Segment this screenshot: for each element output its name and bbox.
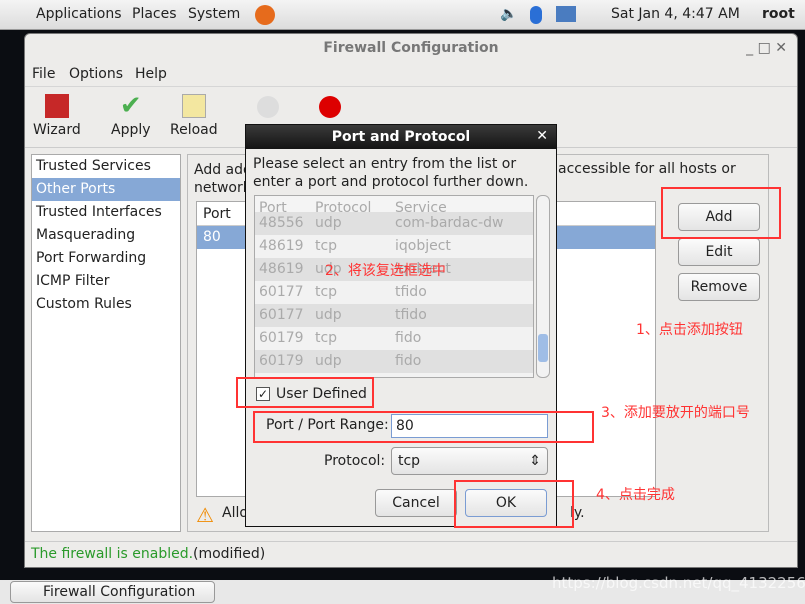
watermark: https://blog.csdn.net/qq_41322565 xyxy=(552,574,805,592)
annotation-2: 2、将该复选框选中 xyxy=(325,263,446,279)
protocol-label: Protocol: xyxy=(324,453,386,469)
sidebar-item-custom-rules[interactable]: Custom Rules xyxy=(32,293,180,316)
warning-icon: ⚠ xyxy=(196,503,214,527)
edit-button[interactable]: Edit xyxy=(678,238,760,266)
checkmark-icon: ✔ xyxy=(119,91,142,121)
volume-icon[interactable]: 🔈 xyxy=(500,6,517,22)
wizard-icon xyxy=(44,94,69,118)
annotation-1: 1、点击添加按钮 xyxy=(636,322,743,338)
list-item[interactable]: 60177 udp tfido xyxy=(255,304,533,327)
annotation-4: 4、点击完成 xyxy=(596,487,675,503)
applications-menu[interactable]: Applications xyxy=(36,6,122,22)
user-name[interactable]: root xyxy=(762,6,795,22)
window-title: Firewall Configuration xyxy=(323,40,499,56)
sidebar-item-trusted-services[interactable]: Trusted Services xyxy=(32,155,180,178)
taskbar-firewall[interactable]: Firewall Configuration xyxy=(10,581,215,603)
sidebar-item-port-forwarding[interactable]: Port Forwarding xyxy=(32,247,180,270)
dialog-title: Port and Protocol xyxy=(246,125,556,149)
reload-icon xyxy=(181,94,206,118)
list-item[interactable]: 60177 tcp tfido xyxy=(255,281,533,304)
dialog-close-icon[interactable]: ✕ xyxy=(536,128,548,144)
network-icon[interactable] xyxy=(556,6,576,22)
dialog-instructions: Please select an entry from the list or … xyxy=(253,156,529,190)
sidebar-item-masquerading[interactable]: Masquerading xyxy=(32,224,180,247)
status-bar: The firewall is enabled. (modified) xyxy=(25,541,797,565)
menu-options[interactable]: Options xyxy=(69,66,123,82)
description-right: accessible for all hosts or xyxy=(558,161,736,177)
sidebar: Trusted Services Other Ports Trusted Int… xyxy=(31,154,181,532)
menu-help[interactable]: Help xyxy=(135,66,167,82)
highlight-port-range xyxy=(253,411,594,443)
firefox-icon[interactable] xyxy=(255,5,275,25)
description-left: Add add network xyxy=(194,162,252,196)
highlight-user-defined xyxy=(236,377,374,408)
list-scrollbar[interactable] xyxy=(536,195,550,378)
sidebar-item-other-ports[interactable]: Other Ports xyxy=(32,178,180,201)
protocol-select[interactable]: tcp ⇕ xyxy=(391,447,548,475)
cancel-button[interactable]: Cancel xyxy=(375,489,457,517)
taskbar: Firewall Configuration https://blog.csdn… xyxy=(0,574,805,604)
remove-button[interactable]: Remove xyxy=(678,273,760,301)
menu-file[interactable]: File xyxy=(32,66,55,82)
highlight-add xyxy=(661,187,781,239)
list-item[interactable]: 60179 tcp fido xyxy=(255,327,533,350)
apply-button[interactable]: ✔ Apply xyxy=(111,91,151,138)
highlight-ok xyxy=(454,480,574,528)
sidebar-item-icmp-filter[interactable]: ICMP Filter xyxy=(32,270,180,293)
list-item[interactable]: 60179 udp fido xyxy=(255,350,533,373)
top-panel: Applications Places System 🔈 Sat Jan 4, … xyxy=(0,0,805,30)
status-enabled: The firewall is enabled. xyxy=(31,546,194,562)
annotation-3: 3、添加要放开的端口号 xyxy=(601,405,750,421)
bluetooth-icon[interactable] xyxy=(530,6,542,24)
status-modified: (modified) xyxy=(193,546,266,562)
system-menu[interactable]: System xyxy=(188,6,240,22)
enable-button[interactable] xyxy=(257,96,279,118)
disable-button[interactable] xyxy=(319,96,341,118)
wizard-button[interactable]: Wizard xyxy=(33,94,81,138)
clock[interactable]: Sat Jan 4, 4:47 AM xyxy=(611,6,740,22)
port-protocol-dialog: Port and Protocol ✕ Please select an ent… xyxy=(245,124,557,527)
chevron-updown-icon: ⇕ xyxy=(529,453,541,469)
list-item[interactable]: 48556 udp com-bardac-dw xyxy=(255,212,533,235)
places-menu[interactable]: Places xyxy=(132,6,177,22)
reload-button[interactable]: Reload xyxy=(170,94,218,138)
port-list[interactable]: Port Protocol Service 48556 udp com-bardac… xyxy=(254,195,534,378)
window-controls[interactable]: _ □ ✕ xyxy=(746,40,787,56)
sidebar-item-trusted-interfaces[interactable]: Trusted Interfaces xyxy=(32,201,180,224)
list-item[interactable]: 48619 tcp iqobject xyxy=(255,235,533,258)
